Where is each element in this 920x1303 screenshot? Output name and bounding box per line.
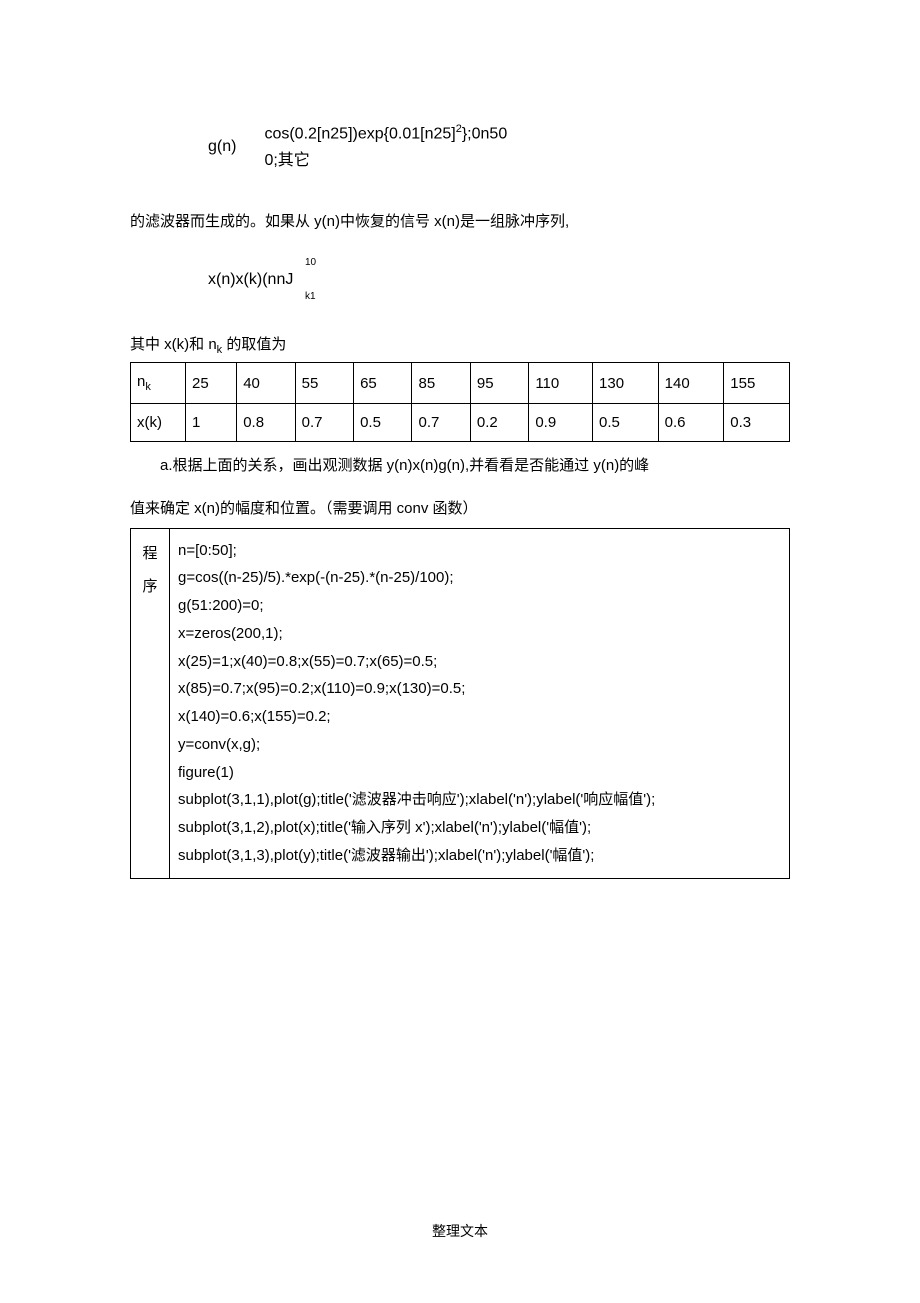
- cell: 0.7: [412, 404, 470, 442]
- code-line: x(25)=1;x(40)=0.8;x(55)=0.7;x(65)=0.5;: [178, 648, 781, 676]
- cell: 0.8: [237, 404, 295, 442]
- formula-gn-left: g(n): [208, 138, 236, 156]
- code-line: x(85)=0.7;x(95)=0.2;x(110)=0.9;x(130)=0.…: [178, 675, 781, 703]
- code-line: g(51:200)=0;: [178, 592, 781, 620]
- page-content: g(n) cos(0.2[n25])exp{0.01[n25]2};0n50 0…: [0, 0, 920, 879]
- cell: 0.3: [724, 404, 790, 442]
- cell: 55: [295, 363, 353, 404]
- formula-gn: g(n) cos(0.2[n25])exp{0.01[n25]2};0n50 0…: [208, 120, 790, 174]
- code-table: 程 序 n=[0:50];g=cos((n-25)/5).*exp(-(n-25…: [130, 528, 790, 879]
- cell: 0.6: [658, 404, 724, 442]
- question-a-line2: 值来确定 x(n)的幅度和位置。（需要调用 conv 函数）: [130, 495, 790, 522]
- formula-gn-line1: cos(0.2[n25])exp{0.01[n25]2};0n50: [264, 120, 507, 148]
- cell: 0.5: [593, 404, 659, 442]
- code-content-cell: n=[0:50];g=cos((n-25)/5).*exp(-(n-25).*(…: [170, 528, 790, 878]
- cell: 130: [593, 363, 659, 404]
- cell: 25: [186, 363, 237, 404]
- cell: 0.5: [354, 404, 412, 442]
- cell: 0.7: [295, 404, 353, 442]
- code-line: subplot(3,1,3),plot(y);title('滤波器输出');xl…: [178, 842, 781, 870]
- cell: 65: [354, 363, 412, 404]
- code-line: n=[0:50];: [178, 537, 781, 565]
- code-line: subplot(3,1,1),plot(g);title('滤波器冲击响应');…: [178, 786, 781, 814]
- code-label-top: 程: [139, 537, 161, 570]
- formula-xn-top: 10: [305, 257, 316, 268]
- values-table: nk 25 40 55 65 85 95 110 130 140 155 x(k…: [130, 362, 790, 442]
- cell: 95: [470, 363, 528, 404]
- question-a-line1: a.根据上面的关系，画出观测数据 y(n)x(n)g(n),并看看是否能通过 y…: [160, 452, 790, 481]
- cell: 140: [658, 363, 724, 404]
- table-caption: 其中 x(k)和 nk 的取值为: [130, 333, 790, 356]
- paragraph-1: 的滤波器而生成的。如果从 y(n)中恢复的信号 x(n)是一组脉冲序列,: [130, 208, 790, 235]
- table-row: 程 序 n=[0:50];g=cos((n-25)/5).*exp(-(n-25…: [131, 528, 790, 878]
- cell: 110: [529, 363, 593, 404]
- code-line: y=conv(x,g);: [178, 731, 781, 759]
- cell: 1: [186, 404, 237, 442]
- formula-xn: 10 x(n)x(k)(nnJ k1: [208, 257, 790, 307]
- code-line: g=cos((n-25)/5).*exp(-(n-25).*(n-25)/100…: [178, 564, 781, 592]
- cell: 40: [237, 363, 295, 404]
- code-line: subplot(3,1,2),plot(x);title('输入序列 x');x…: [178, 814, 781, 842]
- page-footer: 整理文本: [0, 1221, 920, 1241]
- code-line: figure(1): [178, 759, 781, 787]
- code-label-cell: 程 序: [131, 528, 170, 878]
- cell: 0.9: [529, 404, 593, 442]
- cell: 155: [724, 363, 790, 404]
- code-label-bot: 序: [139, 570, 161, 603]
- code-line: x=zeros(200,1);: [178, 620, 781, 648]
- row-header-nk: nk: [131, 363, 186, 404]
- cell: 0.2: [470, 404, 528, 442]
- row-header-xk: x(k): [131, 404, 186, 442]
- table-row: nk 25 40 55 65 85 95 110 130 140 155: [131, 363, 790, 404]
- formula-xn-main: x(n)x(k)(nnJ: [208, 271, 293, 289]
- formula-xn-bot: k1: [305, 291, 316, 302]
- code-line: x(140)=0.6;x(155)=0.2;: [178, 703, 781, 731]
- formula-gn-right: cos(0.2[n25])exp{0.01[n25]2};0n50 0;其它: [264, 120, 507, 174]
- cell: 85: [412, 363, 470, 404]
- table-row: x(k) 1 0.8 0.7 0.5 0.7 0.2 0.9 0.5 0.6 0…: [131, 404, 790, 442]
- formula-gn-line2: 0;其它: [264, 148, 507, 174]
